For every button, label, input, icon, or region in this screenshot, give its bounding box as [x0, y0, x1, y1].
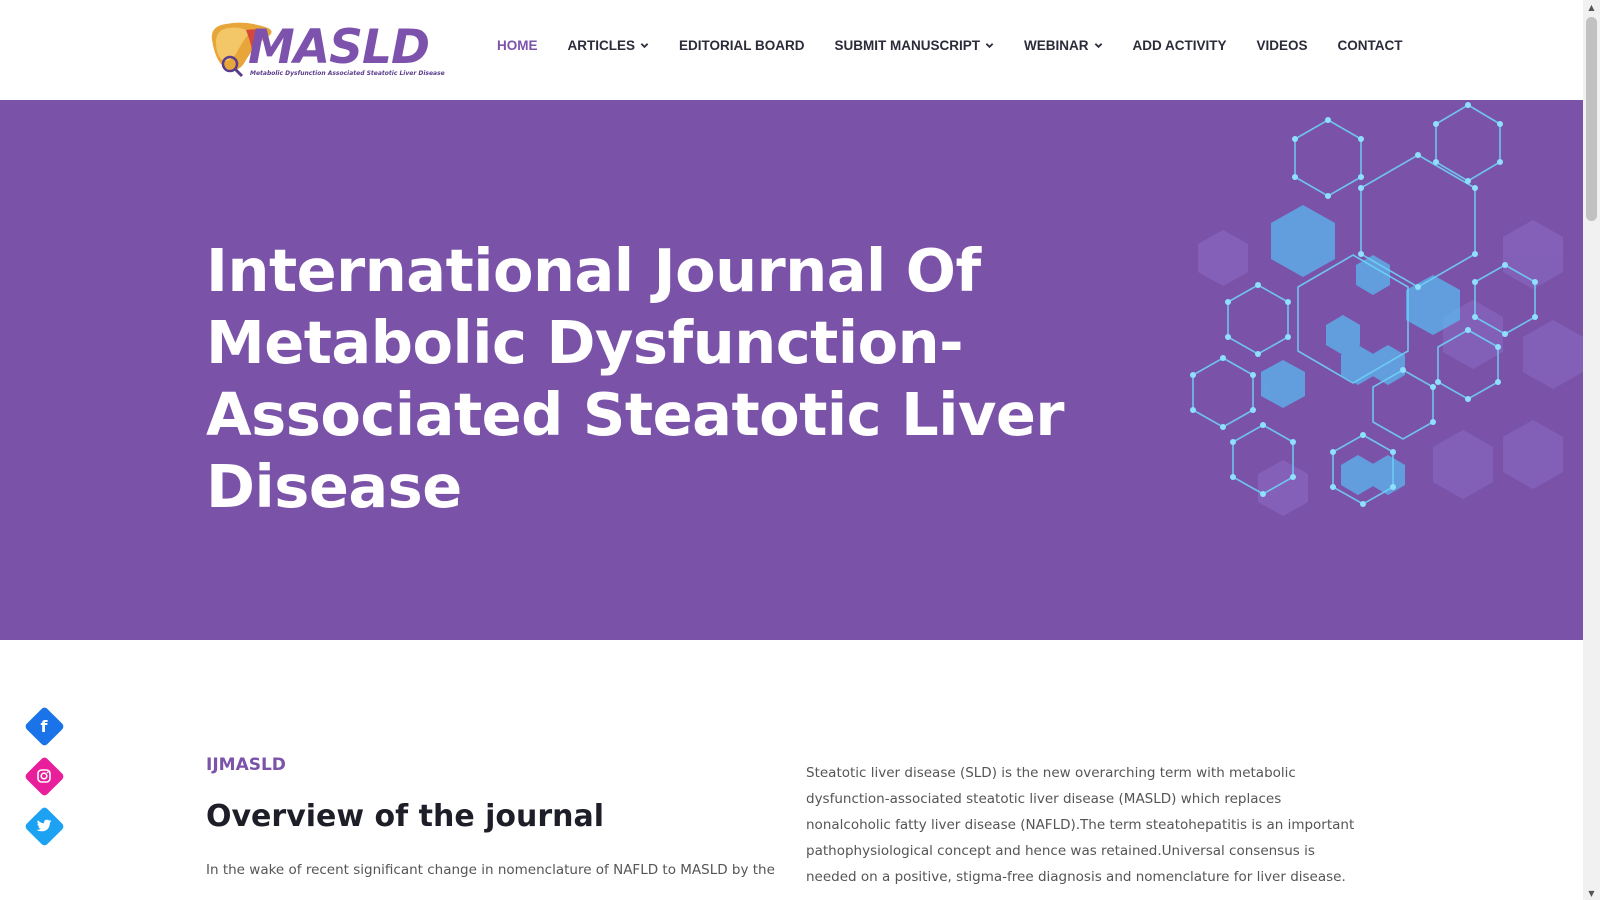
- nav-item-contact[interactable]: CONTACT: [1338, 38, 1403, 53]
- nav-label: ARTICLES: [567, 37, 636, 53]
- nav-item-submit-manuscript[interactable]: SUBMIT MANUSCRIPT: [835, 38, 995, 53]
- nav-label: HOME: [497, 37, 538, 53]
- nav-item-articles[interactable]: ARTICLES: [568, 38, 650, 53]
- chevron-down-icon: [985, 42, 994, 48]
- nav-item-videos[interactable]: VIDEOS: [1257, 38, 1308, 53]
- chevron-down-icon: [1094, 42, 1102, 48]
- nav-item-add-activity[interactable]: ADD ACTIVITY: [1133, 38, 1227, 53]
- nav-item-home[interactable]: HOME: [497, 38, 538, 53]
- section-eyebrow: IJMASLD: [206, 755, 286, 775]
- section-title: Overview of the journal: [206, 799, 605, 834]
- page-scrollbar[interactable]: ▲ ▼: [1583, 0, 1600, 900]
- instagram-icon: [24, 756, 64, 796]
- scroll-up-icon[interactable]: ▲: [1583, 0, 1600, 14]
- logo-wordmark: MASLD: [248, 20, 430, 75]
- overview-intro: IJMASLD Overview of the journal In the w…: [206, 755, 775, 878]
- twitter-link[interactable]: [23, 805, 66, 848]
- nav-label: VIDEOS: [1256, 37, 1308, 53]
- nav-label: SUBMIT MANUSCRIPT: [834, 37, 981, 53]
- twitter-icon: [24, 806, 64, 846]
- nav-label: CONTACT: [1337, 37, 1403, 53]
- facebook-link[interactable]: f: [23, 705, 66, 748]
- main-nav: HOME ARTICLES EDITORIAL BOARD SUBMIT MAN…: [497, 30, 1433, 60]
- nav-label: ADD ACTIVITY: [1132, 37, 1227, 53]
- chevron-down-icon: [640, 42, 649, 48]
- nav-label: EDITORIAL BOARD: [679, 37, 805, 53]
- scroll-down-icon[interactable]: ▼: [1583, 886, 1600, 900]
- nav-item-editorial-board[interactable]: EDITORIAL BOARD: [679, 38, 805, 53]
- journal-title: International Journal Of Metabolic Dysfu…: [206, 235, 1065, 521]
- social-links: f: [23, 705, 66, 856]
- logo-tagline: Metabolic Dysfunction Associated Steatot…: [250, 70, 445, 77]
- facebook-icon: f: [40, 716, 48, 736]
- site-logo[interactable]: MASLD Metabolic Dysfunction Associated S…: [206, 20, 445, 80]
- instagram-link[interactable]: [23, 755, 66, 798]
- intro-paragraph: In the wake of recent significant change…: [206, 862, 775, 878]
- nav-label: WEBINAR: [1024, 37, 1089, 53]
- overview-description: Steatotic liver disease (SLD) is the new…: [806, 765, 1355, 885]
- site-header: MASLD Metabolic Dysfunction Associated S…: [0, 0, 1583, 100]
- nav-item-webinar[interactable]: WEBINAR: [1024, 38, 1103, 53]
- hero-banner: International Journal Of Metabolic Dysfu…: [0, 100, 1583, 640]
- scrollbar-thumb[interactable]: [1586, 17, 1597, 221]
